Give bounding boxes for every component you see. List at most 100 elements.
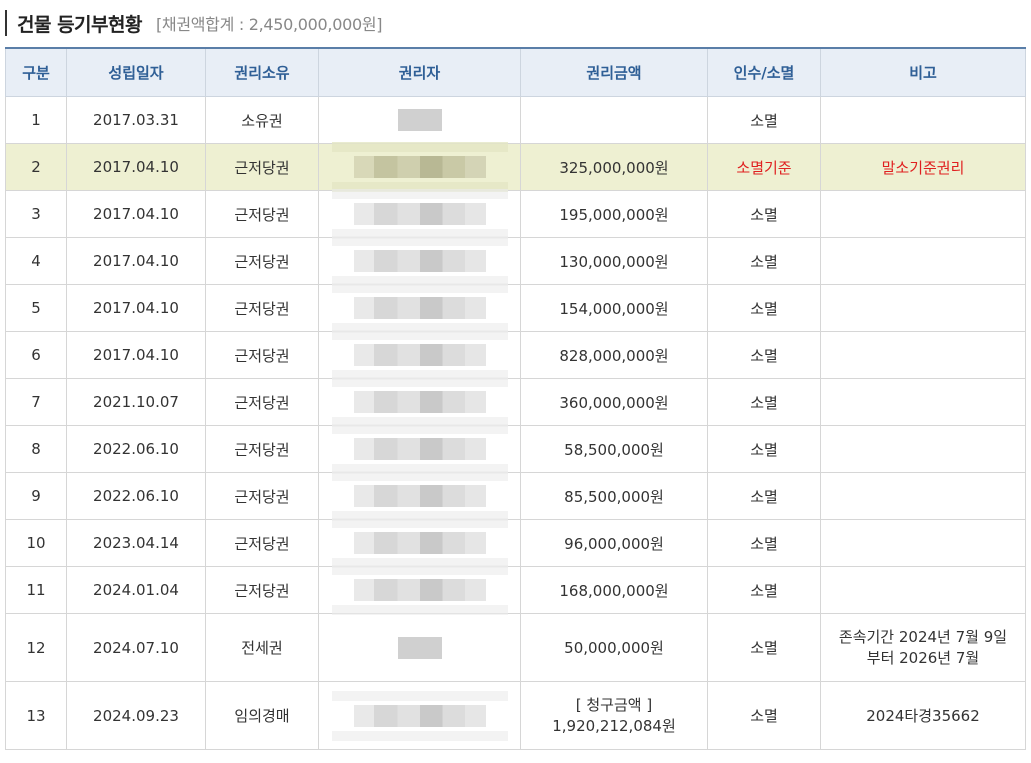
col-header-status: 인수/소멸 [707,47,821,97]
redacted-holder [331,471,508,521]
row-status: 소멸기준 [707,143,821,191]
col-header-no: 구분 [5,47,67,97]
row-remark [820,284,1026,332]
row-holder [318,681,521,750]
row-status: 소멸 [707,472,821,520]
row-amount: 85,500,000원 [520,472,708,520]
row-amount: 50,000,000원 [520,613,708,682]
row-remark [820,519,1026,567]
row-remark [820,237,1026,285]
row-holder [318,96,521,144]
redacted-holder [331,236,508,286]
row-amount: [ 청구금액 ] 1,920,212,084원 [520,681,708,750]
row-status: 소멸 [707,378,821,426]
row-holder [318,518,521,568]
row-status: 소멸 [707,190,821,238]
row-holder [318,471,521,521]
row-date: 2024.09.23 [66,681,206,750]
row-status: 소멸 [707,519,821,567]
redacted-holder [331,518,508,568]
row-holder [318,330,521,380]
remark-line: 존속기간 2024년 7월 9일 [838,627,1008,646]
row-remark [820,472,1026,520]
row-type: 근저당권 [205,331,319,379]
row-date: 2024.07.10 [66,613,206,682]
row-holder [318,189,521,239]
row-amount: 154,000,000원 [520,284,708,332]
claim-amount-value: 1,920,212,084원 [552,716,676,735]
table-row: 11 2024.01.04 근저당권 168,000,000원 소멸 [5,565,1026,615]
col-header-date: 성립일자 [66,47,206,97]
table-row-baseline: 2 2017.04.10 근저당권 325,000,000원 소멸기준 말소기준… [5,142,1026,192]
row-holder [318,236,521,286]
row-amount: 195,000,000원 [520,190,708,238]
row-no: 13 [5,681,67,750]
row-date: 2024.01.04 [66,566,206,614]
row-type: 근저당권 [205,425,319,473]
row-no: 12 [5,613,67,682]
row-no: 2 [5,143,67,191]
redacted-holder [331,142,508,192]
row-type: 전세권 [205,613,319,682]
row-amount: 96,000,000원 [520,519,708,567]
row-remark [820,566,1026,614]
table-row: 8 2022.06.10 근저당권 58,500,000원 소멸 [5,424,1026,474]
row-amount: 58,500,000원 [520,425,708,473]
row-date: 2022.06.10 [66,425,206,473]
col-header-right-type: 권리소유 [205,47,319,97]
row-no: 6 [5,331,67,379]
row-type: 근저당권 [205,284,319,332]
table-row: 4 2017.04.10 근저당권 130,000,000원 소멸 [5,236,1026,286]
row-no: 8 [5,425,67,473]
table-row: 10 2023.04.14 근저당권 96,000,000원 소멸 [5,518,1026,568]
table-row: 1 2017.03.31 소유권 소멸 [5,96,1026,144]
row-date: 2022.06.10 [66,472,206,520]
row-date: 2017.04.10 [66,190,206,238]
row-holder [318,377,521,427]
table-header-row: 구분 성립일자 권리소유 권리자 권리금액 인수/소멸 비고 [5,47,1026,97]
row-no: 3 [5,190,67,238]
row-amount [520,96,708,144]
row-amount: 360,000,000원 [520,378,708,426]
redacted-holder [331,283,508,333]
row-holder [318,565,521,615]
redacted-holder [331,565,508,615]
claim-amount-label: [ 청구금액 ] [575,695,653,714]
row-date: 2017.04.10 [66,237,206,285]
row-no: 9 [5,472,67,520]
row-type: 소유권 [205,96,319,144]
row-status: 소멸 [707,96,821,144]
remark-line: 부터 2026년 7월 [866,648,980,667]
registry-table: 구분 성립일자 권리소유 권리자 권리금액 인수/소멸 비고 1 2017.03… [5,47,1026,750]
row-type: 근저당권 [205,190,319,238]
row-amount: 828,000,000원 [520,331,708,379]
row-type: 근저당권 [205,237,319,285]
claim-total: [채권액합계 : 2,450,000,000원] [155,15,383,34]
row-status: 소멸 [707,425,821,473]
row-holder [318,142,521,192]
row-holder [318,613,521,682]
title-marker [5,10,7,36]
redacted-holder [331,330,508,380]
row-remark [820,190,1026,238]
row-amount: 130,000,000원 [520,237,708,285]
row-no: 10 [5,519,67,567]
table-row: 9 2022.06.10 근저당권 85,500,000원 소멸 [5,471,1026,521]
row-remark [820,96,1026,144]
row-status: 소멸 [707,237,821,285]
table-row: 7 2021.10.07 근저당권 360,000,000원 소멸 [5,377,1026,427]
row-remark: 존속기간 2024년 7월 9일 부터 2026년 7월 [820,613,1026,682]
redacted-holder [331,424,508,474]
row-type: 근저당권 [205,472,319,520]
row-remark [820,378,1026,426]
row-no: 5 [5,284,67,332]
row-date: 2017.04.10 [66,284,206,332]
row-remark: 말소기준권리 [820,143,1026,191]
table-row: 13 2024.09.23 임의경매 [ 청구금액 ] 1,920,212,08… [5,681,1026,750]
table-row: 6 2017.04.10 근저당권 828,000,000원 소멸 [5,330,1026,380]
section-title: 건물 등기부현황 [17,13,142,36]
row-no: 7 [5,378,67,426]
row-type: 임의경매 [205,681,319,750]
row-date: 2017.03.31 [66,96,206,144]
row-date: 2017.04.10 [66,331,206,379]
